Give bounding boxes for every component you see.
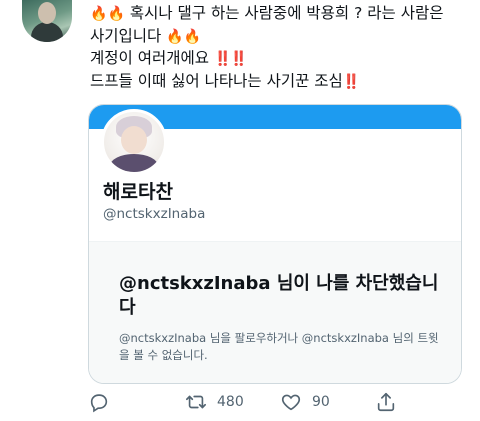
tweet-line-2-text: 사기입니다 [90, 26, 162, 45]
fire-emoji-icon: 🔥 [183, 28, 202, 45]
tweet-action-bar: 480 90 [0, 385, 480, 421]
fire-emoji-icon: 🔥 [90, 6, 108, 22]
tweet-author-avatar[interactable] [22, 0, 72, 42]
profile-name: 해로타찬 [103, 181, 173, 203]
blocked-notice: @nctskxzInaba 님이 나를 차단했습니다 @nctskxzInaba… [89, 241, 461, 383]
retweet-count: 480 [217, 394, 244, 410]
heart-icon [281, 394, 301, 411]
retweet-icon [186, 395, 206, 409]
exclamation-emoji-icon: ‼️ [230, 51, 247, 67]
retweet-button[interactable]: 480 [185, 391, 244, 413]
tweet-line-1: 🔥🔥 혹시나 댈구 하는 사람중에 박용희 ? 라는 사람은 [90, 3, 470, 26]
blocked-description: @nctskxzInaba 님을 팔로우하거나 @nctskxzInaba 님의… [119, 331, 439, 362]
reply-button[interactable] [88, 391, 110, 413]
exclamation-emoji-icon: ‼️ [342, 73, 360, 90]
like-button[interactable]: 90 [280, 391, 330, 413]
blocked-title: @nctskxzInaba 님이 나를 차단했습니다 [119, 273, 439, 318]
profile-avatar[interactable] [101, 109, 167, 175]
tweet-line-4: 드프들 이때 싫어 나타나는 사기꾼 조심‼️ [90, 71, 470, 94]
tweet-text: 🔥🔥 혹시나 댈구 하는 사람중에 박용희 ? 라는 사람은 사기입니다 🔥🔥 … [90, 3, 470, 93]
reply-icon [90, 394, 108, 413]
exclamation-emoji-icon: ‼️ [213, 51, 231, 67]
tweet-line-2: 사기입니다 🔥🔥 [90, 26, 470, 49]
like-count: 90 [312, 394, 330, 410]
fire-emoji-icon: 🔥 [107, 6, 125, 22]
embedded-profile-card[interactable]: 해로타찬 @nctskxzInaba @nctskxzInaba 님이 나를 차… [88, 104, 462, 384]
tweet-line-3: 계정이 여러개에요 ‼️‼️ [90, 48, 470, 71]
share-icon [377, 392, 395, 412]
tweet-line-4-text: 드프들 이때 싫어 나타나는 사기꾼 조심 [90, 71, 343, 90]
profile-handle: @nctskxzInaba [103, 206, 206, 222]
fire-emoji-icon: 🔥 [166, 28, 184, 45]
tweet-line-3-text: 계정이 여러개에요 [90, 49, 210, 67]
share-button[interactable] [375, 391, 397, 413]
tweet-line-1-text: 혹시나 댈구 하는 사람중에 박용희 ? 라는 사람은 [129, 4, 444, 22]
